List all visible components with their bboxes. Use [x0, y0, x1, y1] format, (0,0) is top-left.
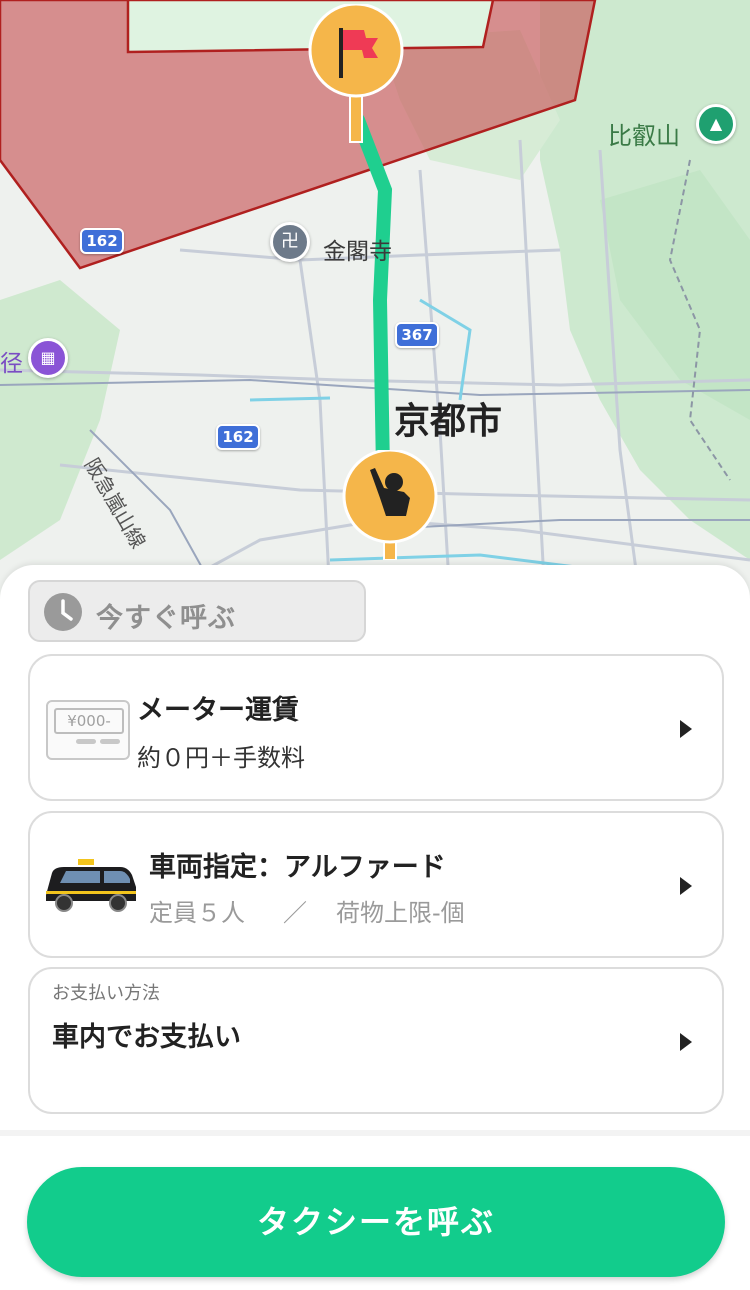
vehicle-title: 車両指定：アルファード — [149, 852, 446, 883]
time-chip-label: 今すぐ呼ぶ — [96, 603, 236, 634]
route-shield-162-top: 162 — [80, 228, 124, 254]
clock-icon — [44, 593, 82, 631]
city-label: 京都市 — [394, 401, 503, 442]
fare-card[interactable]: ¥000- メーター運賃 約０円＋手数料 — [28, 654, 724, 801]
person-hand-raise-icon — [342, 450, 438, 560]
chevron-right-icon — [680, 720, 692, 738]
divider — [0, 1130, 750, 1136]
chevron-right-icon — [680, 877, 692, 895]
fare-subtitle: 約０円＋手数料 — [137, 744, 305, 772]
vehicle-card[interactable]: 車両指定：アルファード 定員５人 ／ 荷物上限-個 — [28, 811, 724, 958]
partial-label: 径 — [0, 351, 23, 377]
destination-pin[interactable] — [306, 4, 406, 144]
mountain-icon[interactable]: ▲ — [696, 104, 736, 144]
meter-icon: ¥000- — [46, 700, 130, 760]
flag-icon — [308, 4, 404, 143]
map-view[interactable]: 京都市 金閣寺 比叡山 阪急嵐山線 径 卍 ▲ ▦ 162 162 367 — [0, 0, 750, 600]
fare-title: メーター運賃 — [137, 695, 299, 726]
vehicle-separator: ／ — [283, 899, 307, 927]
hiei-label: 比叡山 — [608, 122, 680, 150]
payment-label: お支払い方法 — [52, 983, 160, 1004]
payment-value: 車内でお支払い — [52, 1022, 241, 1053]
call-taxi-button[interactable]: タクシーを呼ぶ — [27, 1167, 725, 1277]
vehicle-luggage: 荷物上限-個 — [336, 899, 465, 927]
minivan-icon — [46, 859, 136, 912]
vehicle-capacity: 定員５人 — [149, 899, 245, 927]
grid-icon[interactable]: ▦ — [28, 338, 68, 378]
pickup-pin[interactable] — [340, 450, 440, 560]
manji-icon[interactable]: 卍 — [270, 222, 310, 262]
chevron-right-icon — [680, 1033, 692, 1051]
route-shield-162: 162 — [216, 424, 260, 450]
meter-display: ¥000- — [54, 708, 124, 734]
route-shield-367: 367 — [395, 322, 439, 348]
payment-card[interactable]: お支払い方法 車内でお支払い — [28, 967, 724, 1114]
time-chip[interactable]: 今すぐ呼ぶ — [28, 580, 366, 642]
kinkakuji-label: 金閣寺 — [323, 239, 392, 265]
